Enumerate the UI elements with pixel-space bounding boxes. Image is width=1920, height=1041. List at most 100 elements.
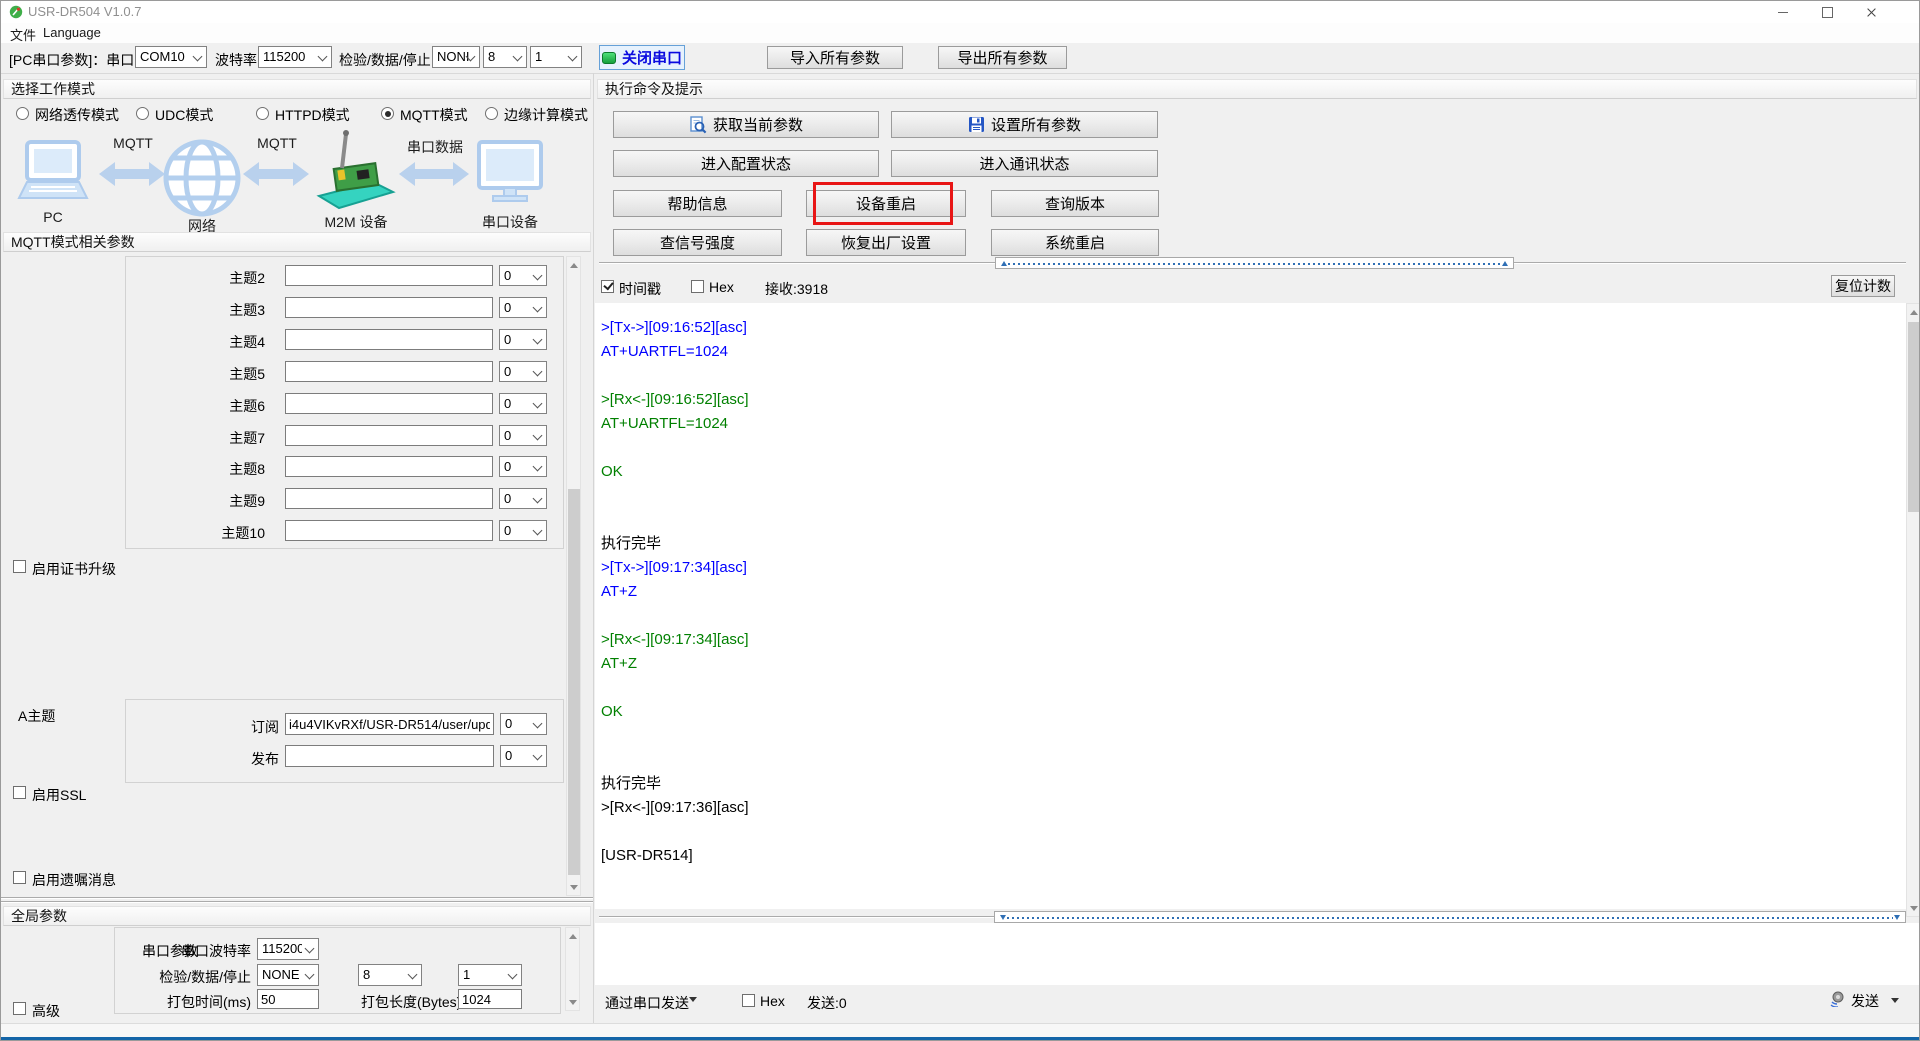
stopbits-select[interactable]: 1 xyxy=(530,46,582,68)
work-mode-radio[interactable] xyxy=(136,107,149,120)
topic-qos-select[interactable]: 0 xyxy=(499,425,547,446)
query-signal-button[interactable]: 查信号强度 xyxy=(613,229,782,256)
publish-qos-value: 0 xyxy=(505,748,512,763)
baud-select[interactable]: 115200 xyxy=(258,46,332,68)
scroll-down-icon[interactable] xyxy=(569,1000,577,1005)
system-restart-button[interactable]: 系统重启 xyxy=(991,229,1159,256)
topic-qos-select[interactable]: 0 xyxy=(499,488,547,509)
export-params-button[interactable]: 导出所有参数 xyxy=(938,46,1067,69)
log-hex-checkbox[interactable] xyxy=(691,280,704,293)
work-mode-radio-label[interactable]: 网络透传模式 xyxy=(35,105,119,125)
maximize-button[interactable] xyxy=(1805,1,1849,23)
work-mode-radio-label[interactable]: MQTT模式 xyxy=(400,105,468,125)
cert-upgrade-checkbox[interactable] xyxy=(13,560,26,573)
minimize-icon xyxy=(1778,12,1788,13)
subscribe-qos-select[interactable]: 0 xyxy=(500,713,547,735)
timestamp-checkbox[interactable] xyxy=(601,280,614,293)
enter-comm-button[interactable]: 进入通讯状态 xyxy=(891,150,1158,177)
menu-language[interactable]: Language xyxy=(43,25,101,40)
menu-file[interactable]: 文件 xyxy=(10,25,36,44)
via-serial-dropdown[interactable]: 通过串口发送 xyxy=(605,993,689,1013)
topic-qos-select[interactable]: 0 xyxy=(499,329,547,350)
log-area[interactable]: >[Tx->][09:16:52][asc]AT+UARTFL=1024 >[R… xyxy=(595,303,1906,909)
topic-qos-select[interactable]: 0 xyxy=(499,456,547,477)
pack-len-label: 打包长度(Bytes) xyxy=(361,992,455,1012)
work-mode-radio-label[interactable]: UDC模式 xyxy=(155,105,213,125)
send-hex-checkbox[interactable] xyxy=(742,994,755,1007)
topic-input[interactable] xyxy=(285,297,493,318)
get-params-button[interactable]: 获取当前参数 xyxy=(613,111,879,138)
topic-input[interactable] xyxy=(285,520,493,541)
topic-input[interactable] xyxy=(285,425,493,446)
work-mode-radio-label[interactable]: HTTPD模式 xyxy=(275,105,350,125)
global-stopbits-select[interactable]: 1 xyxy=(458,964,522,986)
publish-qos-select[interactable]: 0 xyxy=(500,745,547,767)
stopbits-value: 1 xyxy=(535,49,542,64)
global-baud-select[interactable]: 115200 xyxy=(257,938,319,960)
set-params-button[interactable]: 设置所有参数 xyxy=(891,111,1158,138)
set-params-label: 设置所有参数 xyxy=(991,114,1081,135)
via-serial-arrow-icon[interactable] xyxy=(689,997,697,1002)
scroll-up-icon[interactable] xyxy=(1910,310,1918,315)
subscribe-input[interactable] xyxy=(285,713,494,735)
topic-qos-select[interactable]: 0 xyxy=(499,393,547,414)
advanced-checkbox[interactable] xyxy=(13,1002,26,1015)
send-input-area[interactable] xyxy=(595,923,1920,985)
ssl-checkbox[interactable] xyxy=(13,786,26,799)
work-mode-radio[interactable] xyxy=(381,107,394,120)
topic-input[interactable] xyxy=(285,456,493,477)
timestamp-label: 时间戳 xyxy=(619,279,661,299)
scroll-up-icon[interactable] xyxy=(569,934,577,939)
scroll-down-icon[interactable] xyxy=(570,885,578,890)
databits-select[interactable]: 8 xyxy=(483,46,527,68)
chevron-down-icon xyxy=(508,970,518,980)
close-port-button[interactable]: 关闭串口 xyxy=(599,45,685,70)
topic-input[interactable] xyxy=(285,361,493,382)
enter-config-button[interactable]: 进入配置状态 xyxy=(613,150,879,177)
topic-input[interactable] xyxy=(285,265,493,286)
chevron-down-icon xyxy=(533,271,543,281)
close-button[interactable] xyxy=(1849,1,1893,23)
log-scrollbar-thumb[interactable] xyxy=(1908,322,1920,512)
log-line xyxy=(601,364,1906,388)
left-splitter[interactable] xyxy=(1,897,593,898)
work-mode-radio[interactable] xyxy=(485,107,498,120)
import-params-button[interactable]: 导入所有参数 xyxy=(767,46,903,69)
global-scrollbar[interactable] xyxy=(565,927,580,1011)
topic-qos-select[interactable]: 0 xyxy=(499,361,547,382)
topic-input[interactable] xyxy=(285,488,493,509)
work-mode-radio-label[interactable]: 边缘计算模式 xyxy=(504,105,588,125)
log-v-scrollbar[interactable] xyxy=(1906,303,1920,917)
topic-qos-select[interactable]: 0 xyxy=(499,520,547,541)
work-mode-radio[interactable] xyxy=(16,107,29,120)
topic-qos-value: 0 xyxy=(504,396,511,411)
mqtt-scrollbar[interactable] xyxy=(566,256,581,896)
com-port-select[interactable]: COM10 xyxy=(135,46,207,68)
send-arrow-icon[interactable] xyxy=(1891,998,1899,1003)
reset-count-button[interactable]: 复位计数 xyxy=(1831,275,1895,297)
send-button[interactable]: 发送 xyxy=(1829,989,1909,1011)
factory-reset-button[interactable]: 恢复出厂设置 xyxy=(806,229,966,256)
publish-input[interactable] xyxy=(285,745,494,767)
mqtt-scrollbar-thumb[interactable] xyxy=(568,489,580,875)
query-version-button[interactable]: 查询版本 xyxy=(991,190,1159,217)
pc-serial-label: [PC串口参数]：串口号 xyxy=(9,50,148,70)
topic-qos-select[interactable]: 0 xyxy=(499,265,547,286)
help-info-button[interactable]: 帮助信息 xyxy=(613,190,782,217)
scroll-up-icon[interactable] xyxy=(570,263,578,268)
work-mode-radio[interactable] xyxy=(256,107,269,120)
pack-len-input[interactable] xyxy=(458,989,522,1009)
topic-input[interactable] xyxy=(285,393,493,414)
pack-time-input[interactable] xyxy=(257,989,319,1009)
topic-qos-select[interactable]: 0 xyxy=(499,297,547,318)
log-line: [USR-DR514] xyxy=(601,844,1906,868)
global-databits-select[interactable]: 8 xyxy=(358,964,422,986)
parity-select[interactable]: NONI xyxy=(432,46,480,68)
log-h-scrollbar[interactable] xyxy=(995,257,1514,269)
minimize-button[interactable] xyxy=(1761,1,1805,23)
scroll-down-icon[interactable] xyxy=(1910,906,1918,911)
send-h-scrollbar[interactable] xyxy=(994,911,1906,923)
will-message-checkbox[interactable] xyxy=(13,871,26,884)
topic-input[interactable] xyxy=(285,329,493,350)
global-parity-select[interactable]: NONE xyxy=(257,964,319,986)
